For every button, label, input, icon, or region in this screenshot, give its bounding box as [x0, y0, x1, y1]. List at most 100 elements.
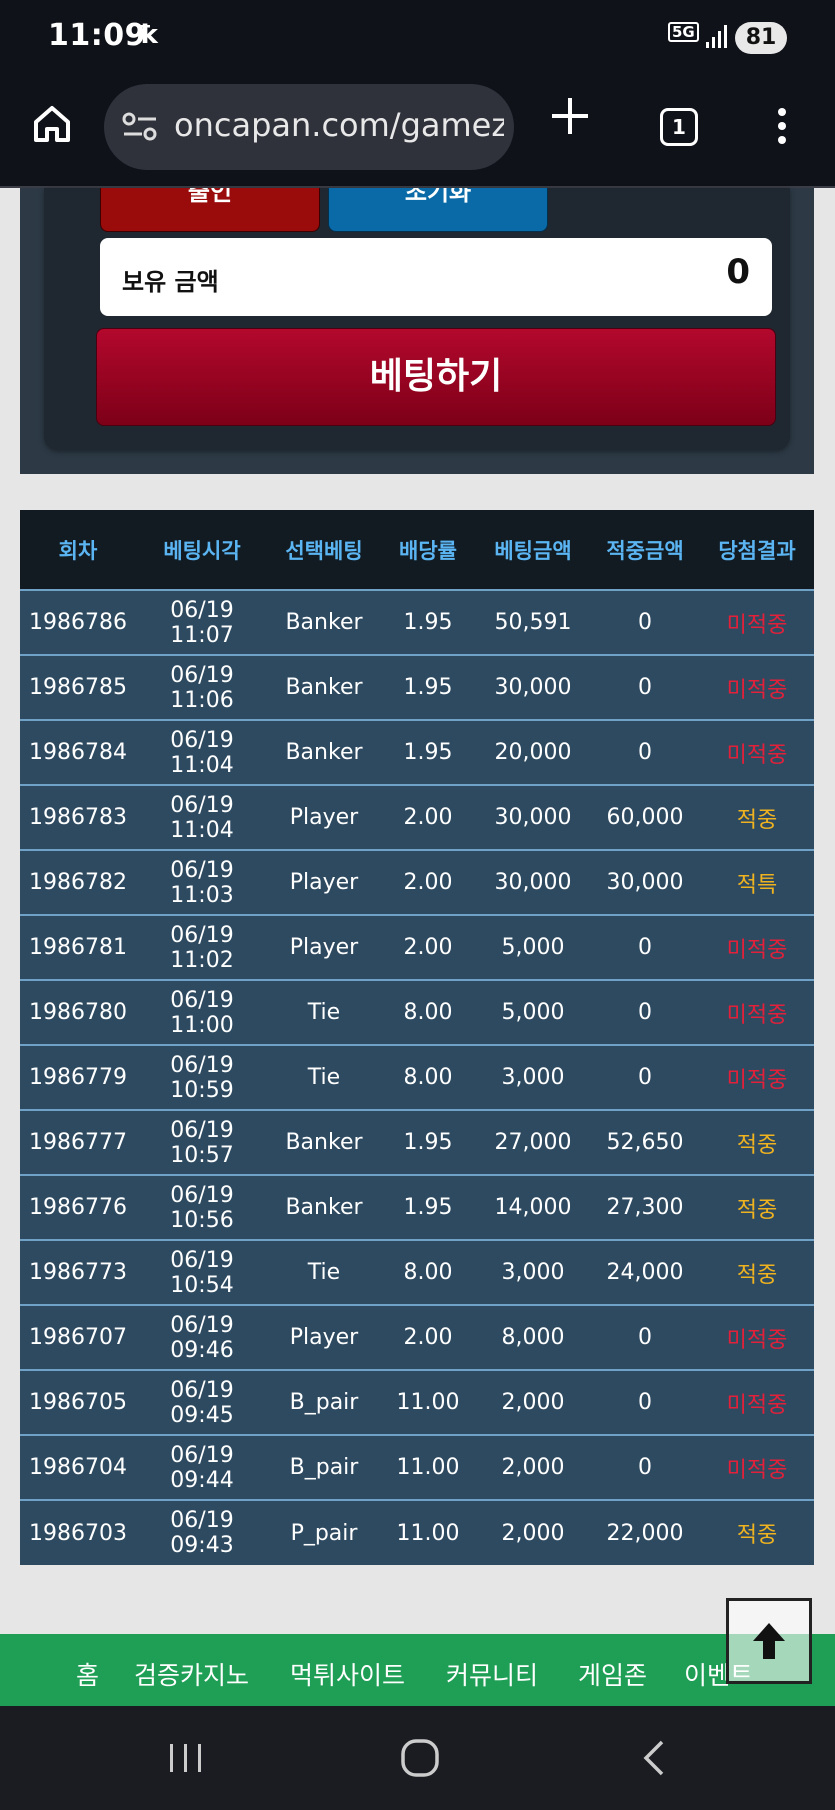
- cell-selection: P_pair: [268, 1499, 380, 1565]
- cell-round: 1986704: [20, 1434, 136, 1500]
- signal-icon: [706, 25, 727, 48]
- cell-win-amount: 0: [590, 979, 700, 1045]
- cell-odds: 1.95: [380, 589, 476, 655]
- cell-odds: 11.00: [380, 1369, 476, 1435]
- balance-label: 보유 금액: [122, 268, 219, 296]
- footer-item-verified-casino[interactable]: 검증카지노: [134, 1656, 249, 1692]
- balance-box: 보유 금액 0: [100, 238, 772, 316]
- cell-round: 1986777: [20, 1109, 136, 1175]
- cell-result: 미적중: [700, 914, 814, 980]
- reset-button[interactable]: 초기화: [328, 188, 548, 232]
- footer-item-community[interactable]: 커뮤니티: [446, 1656, 538, 1692]
- footer-item-scam-sites[interactable]: 먹튀사이트: [290, 1656, 405, 1692]
- balance-value: 0: [726, 252, 750, 292]
- cell-bet-time: 06/19 11:07: [136, 589, 268, 655]
- footer-item-home[interactable]: 홈: [76, 1656, 99, 1692]
- bet-history-table: 회차 베팅시각 선택베팅 배당률 베팅금액 적중금액 당첨결과 1986786 0…: [20, 510, 814, 1565]
- cell-result: 미적중: [700, 1434, 814, 1500]
- cell-bet-amount: 27,000: [476, 1109, 590, 1175]
- scroll-top-button[interactable]: [726, 1598, 812, 1684]
- cell-win-amount: 0: [590, 719, 700, 785]
- header-bet-amount: 베팅금액: [476, 510, 590, 590]
- cell-round: 1986703: [20, 1499, 136, 1565]
- header-win-amount: 적중금액: [590, 510, 700, 590]
- cell-odds: 2.00: [380, 784, 476, 850]
- footer-item-game-zone[interactable]: 게임존: [578, 1656, 647, 1692]
- cell-win-amount: 52,650: [590, 1109, 700, 1175]
- cell-bet-amount: 30,000: [476, 784, 590, 850]
- cell-round: 1986780: [20, 979, 136, 1045]
- more-vert-icon[interactable]: [772, 108, 792, 148]
- table-row: 1986705 06/19 09:45 B_pair 11.00 2,000 0 미적중: [20, 1369, 814, 1435]
- cell-bet-time: 06/19 11:02: [136, 914, 268, 980]
- table-row: 1986779 06/19 10:59 Tie 8.00 3,000 0 미적중: [20, 1044, 814, 1110]
- tune-icon[interactable]: [122, 112, 158, 142]
- cell-bet-time: 06/19 09:43: [136, 1499, 268, 1565]
- home-icon[interactable]: [30, 102, 74, 146]
- cell-result: 적중: [700, 1174, 814, 1240]
- cell-selection: Tie: [268, 979, 380, 1045]
- cell-round: 1986786: [20, 589, 136, 655]
- table-row: 1986780 06/19 11:00 Tie 8.00 5,000 0 미적중: [20, 979, 814, 1045]
- cell-result: 미적중: [700, 654, 814, 720]
- withdraw-button[interactable]: 출인: [100, 188, 320, 232]
- back-icon[interactable]: [636, 1738, 672, 1778]
- address-bar[interactable]: oncapan.com/gamez: [104, 84, 514, 170]
- header-result: 당첨결과: [700, 510, 814, 590]
- header-odds: 배당률: [380, 510, 476, 590]
- header-bet-time: 베팅시각: [136, 510, 268, 590]
- cell-bet-time: 06/19 09:45: [136, 1369, 268, 1435]
- cell-win-amount: 0: [590, 914, 700, 980]
- cell-odds: 2.00: [380, 1304, 476, 1370]
- table-row: 1986776 06/19 10:56 Banker 1.95 14,000 27,300…: [20, 1174, 814, 1240]
- url-text[interactable]: oncapan.com/gamez: [174, 106, 504, 144]
- cell-win-amount: 0: [590, 1434, 700, 1500]
- cell-win-amount: 24,000: [590, 1239, 700, 1305]
- table-row: 1986707 06/19 09:46 Player 2.00 8,000 0 미적중: [20, 1304, 814, 1370]
- cell-result: 미적중: [700, 979, 814, 1045]
- recents-icon[interactable]: [166, 1740, 206, 1776]
- table-row: 1986786 06/19 11:07 Banker 1.95 50,591 0 미적중: [20, 589, 814, 655]
- status-bar: 11:09 ꝁ 5G 81: [0, 0, 835, 78]
- cell-bet-amount: 2,000: [476, 1434, 590, 1500]
- cell-odds: 8.00: [380, 1239, 476, 1305]
- betting-panel: 출인 초기화 보유 금액 0 베팅하기: [20, 188, 814, 474]
- circle-home-icon[interactable]: [398, 1736, 442, 1780]
- network-badge: 5G: [668, 22, 699, 42]
- android-nav-bar: [0, 1706, 835, 1810]
- cell-bet-amount: 3,000: [476, 1044, 590, 1110]
- cell-bet-time: 06/19 10:56: [136, 1174, 268, 1240]
- cell-win-amount: 0: [590, 1304, 700, 1370]
- cell-win-amount: 22,000: [590, 1499, 700, 1565]
- header-selection: 선택베팅: [268, 510, 380, 590]
- cell-bet-time: 06/19 11:03: [136, 849, 268, 915]
- bet-button[interactable]: 베팅하기: [96, 328, 776, 426]
- cell-result: 미적중: [700, 719, 814, 785]
- cell-result: 미적중: [700, 1044, 814, 1110]
- cell-bet-amount: 2,000: [476, 1369, 590, 1435]
- cell-bet-amount: 2,000: [476, 1499, 590, 1565]
- cell-round: 1986784: [20, 719, 136, 785]
- cell-bet-time: 06/19 10:59: [136, 1044, 268, 1110]
- table-row: 1986777 06/19 10:57 Banker 1.95 27,000 52,650…: [20, 1109, 814, 1175]
- cell-selection: Banker: [268, 589, 380, 655]
- cell-round: 1986782: [20, 849, 136, 915]
- plus-icon[interactable]: [548, 94, 592, 138]
- table-row: 1986781 06/19 11:02 Player 2.00 5,000 0 미적중: [20, 914, 814, 980]
- cell-selection: Player: [268, 849, 380, 915]
- tab-count-button[interactable]: 1: [660, 108, 698, 146]
- cell-selection: Player: [268, 1304, 380, 1370]
- cell-round: 1986785: [20, 654, 136, 720]
- cell-bet-amount: 8,000: [476, 1304, 590, 1370]
- cell-selection: Tie: [268, 1044, 380, 1110]
- cell-bet-amount: 20,000: [476, 719, 590, 785]
- table-row: 1986703 06/19 09:43 P_pair 11.00 2,000 22,000…: [20, 1499, 814, 1565]
- browser-toolbar: oncapan.com/gamez 1: [0, 78, 835, 188]
- cell-bet-time: 06/19 11:06: [136, 654, 268, 720]
- cell-bet-amount: 5,000: [476, 914, 590, 980]
- header-round: 회차: [20, 510, 136, 590]
- cell-bet-amount: 30,000: [476, 654, 590, 720]
- cell-odds: 8.00: [380, 979, 476, 1045]
- cell-win-amount: 0: [590, 1044, 700, 1110]
- table-row: 1986783 06/19 11:04 Player 2.00 30,000 60,000…: [20, 784, 814, 850]
